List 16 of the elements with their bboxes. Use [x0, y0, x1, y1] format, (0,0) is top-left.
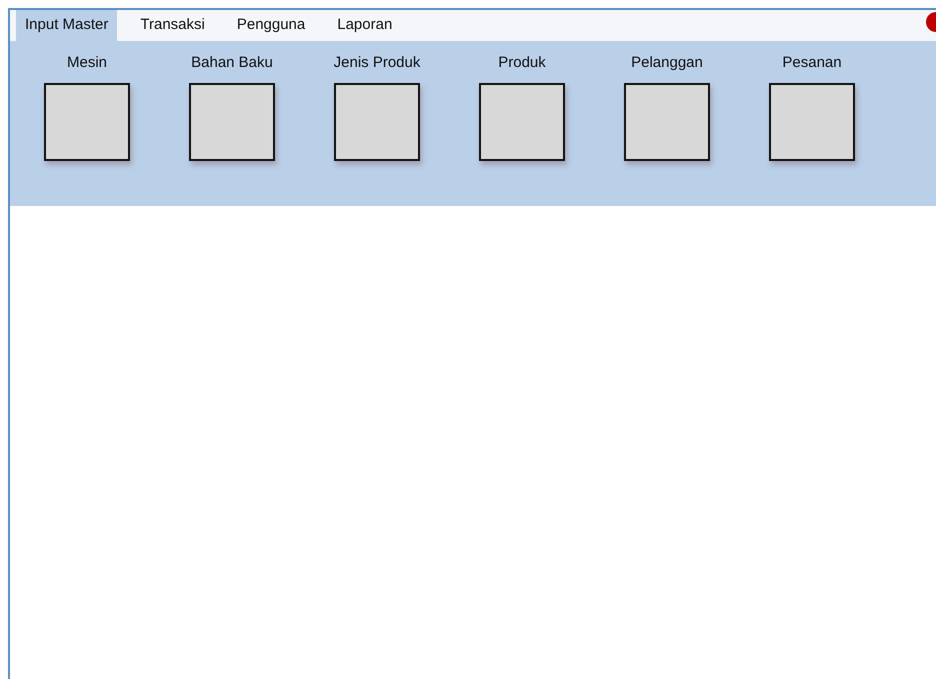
ribbon-button[interactable]	[44, 83, 130, 161]
ribbon-button[interactable]	[189, 83, 275, 161]
menu-tab[interactable]: Pengguna	[228, 10, 314, 41]
ribbon-button[interactable]	[479, 83, 565, 161]
ribbon-label: Bahan Baku	[191, 53, 273, 73]
menu-tab[interactable]: Laporan	[328, 10, 402, 41]
ribbon-label: Pelanggan	[631, 53, 703, 73]
menu-tab[interactable]: Input Master	[16, 10, 118, 41]
ribbon-button[interactable]	[769, 83, 855, 161]
ribbon-label: Produk	[498, 53, 546, 73]
ribbon-label: Mesin	[66, 53, 107, 73]
ribbon-label: Pesanan	[782, 53, 842, 73]
ribbon-label: Jenis Produk	[334, 53, 420, 73]
ribbon-button[interactable]	[334, 83, 420, 161]
menu-tab[interactable]: Transaksi	[131, 10, 214, 41]
ribbon-button[interactable]	[624, 83, 710, 161]
